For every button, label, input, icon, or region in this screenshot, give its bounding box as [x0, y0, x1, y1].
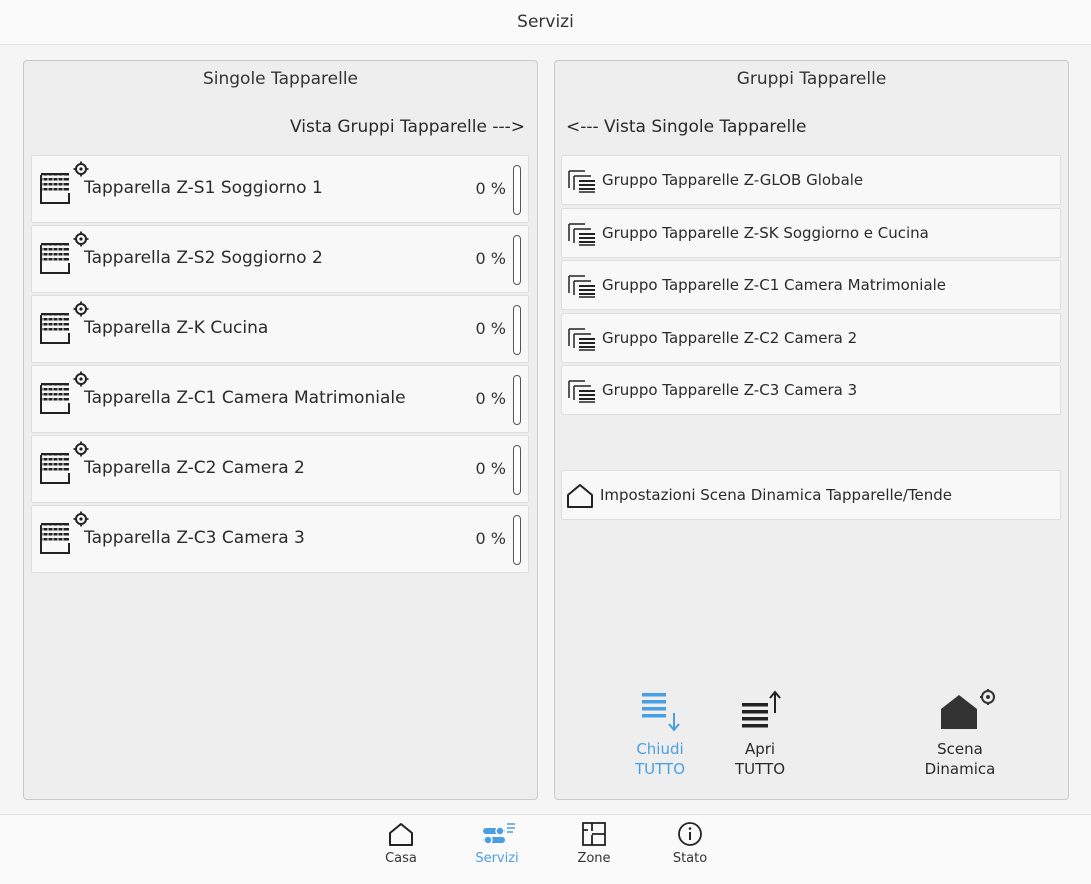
gear-icon[interactable] — [73, 301, 89, 317]
blind-percent: 0 % — [475, 179, 506, 198]
close-all-line2: TUTTO — [634, 760, 685, 778]
tab-stato[interactable]: Stato — [650, 821, 730, 866]
blind-close-icon — [642, 693, 680, 732]
blind-icon — [40, 243, 70, 274]
blind-percent: 0 % — [475, 529, 506, 548]
blind-row[interactable]: Tapparella Z-C3 Camera 3 0 % — [31, 505, 529, 573]
blind-row[interactable]: Tapparella Z-S2 Soggiorno 2 0 % — [31, 225, 529, 293]
group-row[interactable]: Gruppo Tapparelle Z-SK Soggiorno e Cucin… — [561, 207, 1061, 258]
gear-icon[interactable] — [73, 511, 89, 527]
blind-open-icon — [742, 690, 781, 728]
close-all-line1: Chiudi — [636, 740, 684, 758]
house-gear-icon — [941, 689, 995, 729]
groups-view-link[interactable]: Vista Gruppi Tapparelle ---> — [290, 117, 525, 137]
blind-label: Tapparella Z-C1 Camera Matrimoniale — [84, 388, 406, 408]
gear-icon[interactable] — [73, 441, 89, 457]
group-row[interactable]: Gruppo Tapparelle Z-C1 Camera Matrimonia… — [561, 260, 1061, 310]
gear-icon[interactable] — [73, 371, 89, 387]
blind-icon — [40, 453, 70, 484]
tab-casa[interactable]: Casa — [361, 821, 441, 866]
group-label: Gruppo Tapparelle Z-C2 Camera 2 — [602, 328, 858, 347]
tab-label-stato: Stato — [672, 851, 708, 866]
blind-row[interactable]: Tapparella Z-K Cucina 0 % — [31, 295, 529, 363]
blind-label: Tapparella Z-C2 Camera 2 — [84, 458, 305, 478]
blind-icon — [40, 523, 70, 554]
open-all-button[interactable]: Apri TUTTO — [725, 689, 795, 779]
gear-icon[interactable] — [73, 161, 89, 177]
blind-label: Tapparella Z-S1 Soggiorno 1 — [84, 178, 323, 198]
blind-row[interactable]: Tapparella Z-C2 Camera 2 0 % — [31, 435, 529, 503]
group-label: Gruppo Tapparelle Z-SK Soggiorno e Cucin… — [602, 223, 929, 242]
tab-zone[interactable]: Zone — [554, 821, 634, 866]
close-all-button[interactable]: Chiudi TUTTO — [625, 689, 695, 779]
info-icon — [678, 822, 702, 846]
single-blinds-panel: Singole Tapparelle Vista Gruppi Tapparel… — [23, 60, 538, 800]
blind-label: Tapparella Z-C3 Camera 3 — [84, 528, 305, 548]
blind-percent: 0 % — [475, 319, 506, 338]
floorplan-icon — [582, 822, 606, 846]
house-outline-icon — [567, 484, 593, 508]
blind-label: Tapparella Z-S2 Soggiorno 2 — [84, 248, 323, 268]
blind-position-slider[interactable] — [513, 235, 521, 285]
dynamic-scene-line2: Dinamica — [924, 760, 996, 778]
blind-group-icon — [568, 222, 595, 246]
blind-position-slider[interactable] — [513, 305, 521, 355]
blind-icon — [40, 173, 70, 204]
blind-position-slider[interactable] — [513, 375, 521, 425]
blind-row[interactable]: Tapparella Z-C1 Camera Matrimoniale 0 % — [31, 365, 529, 433]
open-all-line1: Apri — [744, 740, 776, 758]
tab-servizi[interactable]: Servizi — [457, 821, 537, 866]
blind-icon — [40, 383, 70, 414]
blind-group-icon — [568, 380, 595, 403]
blind-position-slider[interactable] — [513, 515, 521, 565]
panel-title-groups: Gruppi Tapparelle — [736, 69, 887, 89]
gear-icon[interactable] — [73, 231, 89, 247]
blind-label: Tapparella Z-K Cucina — [84, 318, 269, 338]
blind-group-icon — [568, 275, 595, 298]
group-label: Gruppo Tapparelle Z-C3 Camera 3 — [602, 381, 858, 399]
blind-percent: 0 % — [475, 249, 506, 268]
page-title: Servizi — [517, 12, 574, 32]
dynamic-scene-button[interactable]: Scena Dinamica — [915, 689, 1005, 779]
group-row[interactable]: Gruppo Tapparelle Z-C2 Camera 2 — [561, 312, 1061, 363]
panel-title-single: Singole Tapparelle — [202, 69, 359, 89]
single-view-link[interactable]: <--- Vista Singole Tapparelle — [566, 117, 806, 137]
group-row[interactable]: Gruppo Tapparelle Z-GLOB Globale — [561, 155, 1061, 205]
open-all-line2: TUTTO — [734, 760, 785, 778]
bottom-nav: Casa Servizi Zone Stato — [0, 814, 1091, 884]
scene-settings-item[interactable]: Impostazioni Scena Dinamica Tapparelle/T… — [561, 470, 1061, 520]
blind-position-slider[interactable] — [513, 445, 521, 495]
house-icon — [389, 823, 413, 846]
scene-settings-label: Impostazioni Scena Dinamica Tapparelle/T… — [600, 486, 953, 504]
header-bar: Servizi — [0, 0, 1091, 45]
blind-row[interactable]: Tapparella Z-S1 Soggiorno 1 0 % — [31, 155, 529, 223]
blind-group-icon — [568, 170, 595, 193]
services-icon — [483, 823, 515, 845]
group-row[interactable]: Gruppo Tapparelle Z-C3 Camera 3 — [561, 365, 1061, 415]
blind-position-slider[interactable] — [513, 165, 521, 215]
group-label: Gruppo Tapparelle Z-C1 Camera Matrimonia… — [602, 276, 947, 294]
tab-label-zone: Zone — [577, 851, 611, 866]
tab-label-servizi: Servizi — [475, 851, 519, 866]
blind-percent: 0 % — [475, 389, 506, 408]
tab-label-casa: Casa — [385, 851, 417, 866]
blind-percent: 0 % — [475, 459, 506, 478]
blind-icon — [40, 313, 70, 344]
dynamic-scene-line1: Scena — [937, 740, 983, 758]
group-label: Gruppo Tapparelle Z-GLOB Globale — [602, 171, 864, 189]
blind-group-icon — [568, 327, 595, 351]
group-blinds-panel: Gruppi Tapparelle <--- Vista Singole Tap… — [554, 60, 1069, 800]
